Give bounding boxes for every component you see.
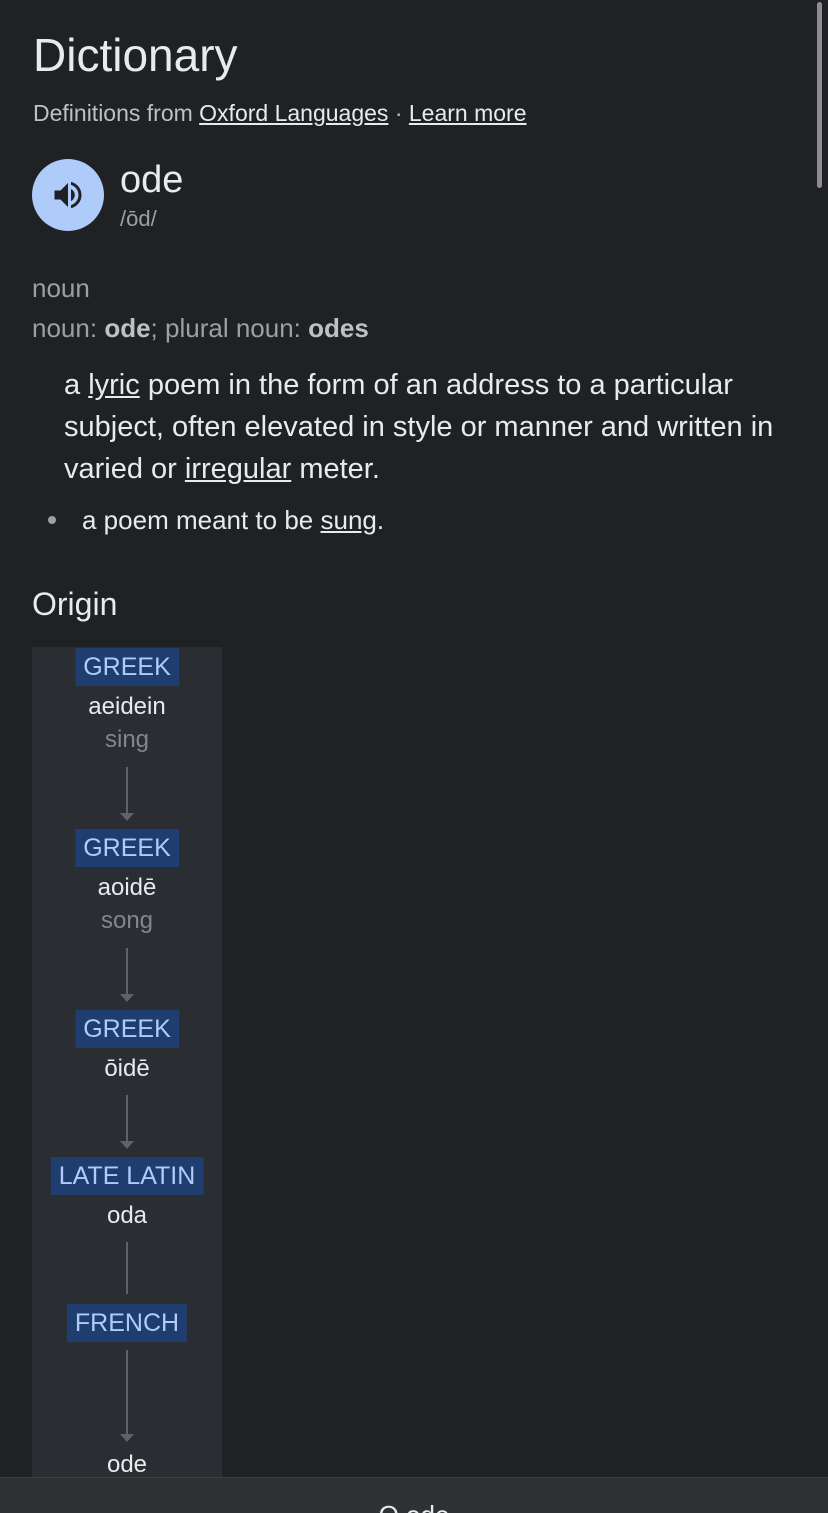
forms-separator: ; [150, 313, 158, 343]
etymon-gloss: sing [104, 726, 150, 753]
bullet-icon [48, 516, 56, 524]
definition-text-1: a [64, 369, 81, 401]
learn-more-link[interactable]: Learn more [409, 100, 527, 126]
etymon-gloss: song [100, 907, 154, 934]
connector-line [126, 1350, 128, 1438]
source-prefix: Definitions from [33, 100, 193, 126]
speaker-icon [54, 181, 82, 209]
plural-value: odes [308, 313, 369, 343]
etymon-word: oda [106, 1202, 148, 1229]
noun-label: noun: [32, 313, 98, 343]
pronunciation: /ōd/ [120, 206, 157, 231]
definition-text-2: poem in the form of an address to a part… [64, 369, 774, 485]
origin-heading: Origin [32, 586, 118, 622]
connector-line [126, 1095, 128, 1145]
source-line: Definitions from Oxford Languages · Lear… [33, 99, 527, 127]
definition: a lyric poem in the form of an address t… [64, 364, 784, 490]
word-forms: noun: ode; plural noun: odes [32, 312, 369, 344]
page-title: Dictionary [33, 29, 238, 81]
definition-text-3: meter. [299, 453, 380, 485]
etymon-word: aeidein [88, 693, 166, 720]
lang-chip-greek: GREEK [75, 648, 179, 686]
etymon-word: aoidē [97, 874, 157, 901]
lang-chip-french: FRENCH [66, 1304, 188, 1342]
bottom-bar-label: O ode [0, 1500, 828, 1513]
source-separator: · [394, 100, 403, 126]
plural-label: plural noun: [165, 313, 301, 343]
irregular-link[interactable]: irregular [185, 453, 291, 485]
subdefinition-text: a poem meant to be sung. [82, 503, 384, 537]
lyric-link[interactable]: lyric [88, 369, 140, 401]
lang-chip-greek: GREEK [75, 1010, 179, 1048]
scrollbar[interactable] [817, 2, 822, 188]
part-of-speech: noun [32, 273, 90, 303]
connector-line [126, 1242, 128, 1294]
pronunciation-audio-button[interactable] [32, 159, 104, 231]
sung-link[interactable]: sung [321, 505, 377, 535]
noun-value: ode [104, 313, 151, 343]
subdefinition: a poem meant to be sung. [48, 503, 384, 537]
connector-line [126, 948, 128, 998]
oxford-languages-link[interactable]: Oxford Languages [199, 100, 388, 126]
subdefinition-text-2: . [376, 505, 385, 535]
bottom-bar[interactable]: O ode [0, 1477, 828, 1513]
etymology-diagram: GREEK aeidein sing GREEK aoidē song GREE… [32, 647, 222, 1478]
connector-line [126, 767, 128, 817]
modern-word: ode [106, 1451, 148, 1478]
etymon-word: ōidē [104, 1055, 150, 1082]
headword: ode [120, 159, 184, 201]
lang-chip-late-latin: LATE LATIN [50, 1157, 204, 1195]
arrow-down-icon [120, 1141, 134, 1149]
arrow-down-icon [120, 994, 134, 1002]
arrow-down-icon [120, 1434, 134, 1442]
arrow-down-icon [120, 813, 134, 821]
subdefinition-text-1: a poem meant to be [82, 505, 314, 535]
lang-chip-greek: GREEK [75, 829, 179, 867]
